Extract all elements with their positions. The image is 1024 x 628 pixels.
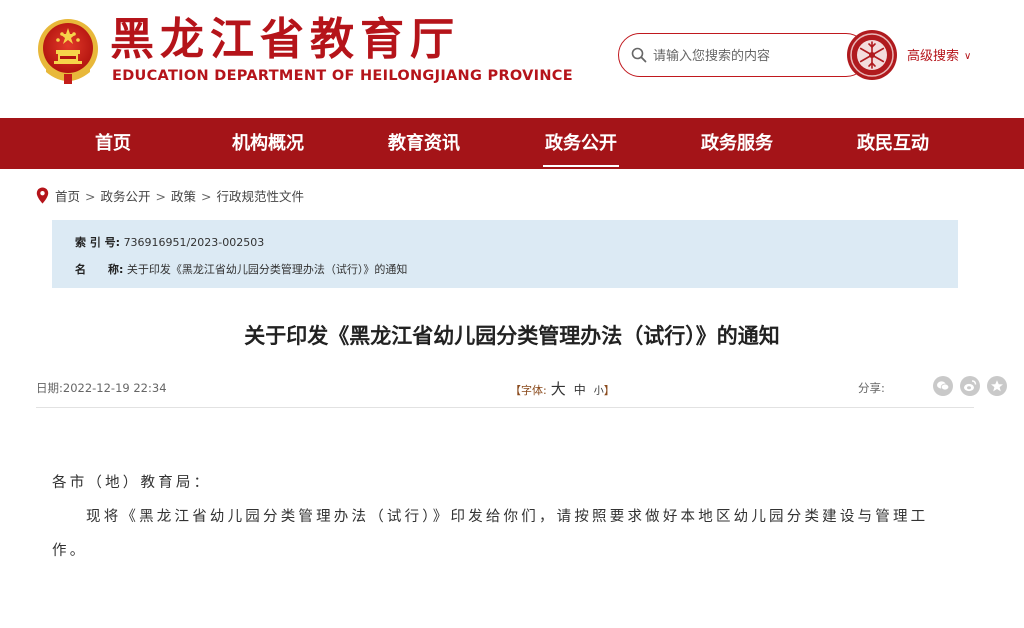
nav-item-organization[interactable]: 机构概况 <box>232 118 304 169</box>
font-size-medium-button[interactable]: 中 <box>574 383 586 397</box>
breadcrumb-separator: > <box>155 189 166 204</box>
national-emblem-icon <box>38 19 98 84</box>
article-salutation: 各市（地）教育局： <box>52 475 212 491</box>
index-number-row: 索 引 号: 736916951/2023-002503 <box>75 234 264 250</box>
breadcrumb-home[interactable]: 首页 <box>55 189 80 204</box>
document-info-box: 索 引 号: 736916951/2023-002503 名 称: 关于印发《黑… <box>52 220 958 288</box>
favorite-icon[interactable] <box>987 376 1007 396</box>
font-size-large-button[interactable]: 大 <box>551 380 566 398</box>
date-label: 日期: <box>36 381 63 395</box>
font-size-small-button[interactable]: 小 <box>594 386 604 397</box>
date-value: 2022-12-19 22:34 <box>62 381 167 395</box>
snowflake-seal-icon <box>847 30 897 80</box>
article-content: 各市（地）教育局： 现将《黑龙江省幼儿园分类管理办法（试行）》印发给你们，请按照… <box>52 466 962 568</box>
article-title: 关于印发《黑龙江省幼儿园分类管理办法（试行）》的通知 <box>244 324 780 348</box>
breadcrumb-separator: > <box>201 189 212 204</box>
search-input[interactable] <box>653 44 843 68</box>
document-name-value: 关于印发《黑龙江省幼儿园分类管理办法（试行）》的通知 <box>126 263 408 276</box>
index-number-value: 736916951/2023-002503 <box>123 236 265 249</box>
nav-item-gov-services[interactable]: 政务服务 <box>701 118 773 169</box>
nav-item-gov-affairs[interactable]: 政务公开 <box>543 118 619 169</box>
advanced-search-label: 高级搜索 <box>907 49 960 64</box>
font-size-switcher: 【字体: 大中小】 <box>510 378 615 399</box>
advanced-search-link[interactable]: 高级搜索 ∨ <box>907 45 971 64</box>
nav-item-home[interactable]: 首页 <box>95 118 131 169</box>
main-nav: 首页 机构概况 教育资讯 政务公开 政务服务 政民互动 <box>0 118 1024 169</box>
site-title-cn: 黑龙江省教育厅 <box>110 14 460 65</box>
article-meta-bar: 日期:2022-12-19 22:34 【字体: 大中小】 分享: <box>36 372 1007 408</box>
font-size-label: 【字体: <box>510 384 547 397</box>
search-icon[interactable] <box>631 47 647 63</box>
wechat-icon[interactable] <box>933 376 953 396</box>
weibo-icon[interactable] <box>960 376 980 396</box>
location-pin-icon <box>36 187 49 204</box>
chevron-down-icon: ∨ <box>964 51 972 62</box>
document-name-label: 名 称: <box>75 263 124 276</box>
site-title-en: EDUCATION DEPARTMENT OF HEILONGJIANG PRO… <box>112 68 573 84</box>
search-box <box>618 33 868 77</box>
site-header: 黑龙江省教育厅 EDUCATION DEPARTMENT OF HEILONGJ… <box>0 0 1024 118</box>
breadcrumb-normative-docs[interactable]: 行政规范性文件 <box>217 189 305 204</box>
publish-date: 日期:2022-12-19 22:34 <box>36 380 167 396</box>
breadcrumb-policy[interactable]: 政策 <box>171 189 196 204</box>
index-number-label: 索 引 号: <box>75 236 121 249</box>
share-label: 分享: <box>858 381 885 395</box>
article-body-paragraph: 现将《黑龙江省幼儿园分类管理办法（试行）》印发给你们，请按照要求做好本地区幼儿园… <box>52 509 929 559</box>
document-name-row: 名 称: 关于印发《黑龙江省幼儿园分类管理办法（试行）》的通知 <box>75 261 407 277</box>
font-size-close: 】 <box>603 384 615 397</box>
breadcrumb-gov-affairs[interactable]: 政务公开 <box>101 189 151 204</box>
nav-item-news[interactable]: 教育资讯 <box>388 118 460 169</box>
nav-item-interaction[interactable]: 政民互动 <box>857 118 929 169</box>
breadcrumb-separator: > <box>85 189 96 204</box>
breadcrumb: 首页 > 政务公开 > 政策 > 行政规范性文件 <box>36 186 304 204</box>
